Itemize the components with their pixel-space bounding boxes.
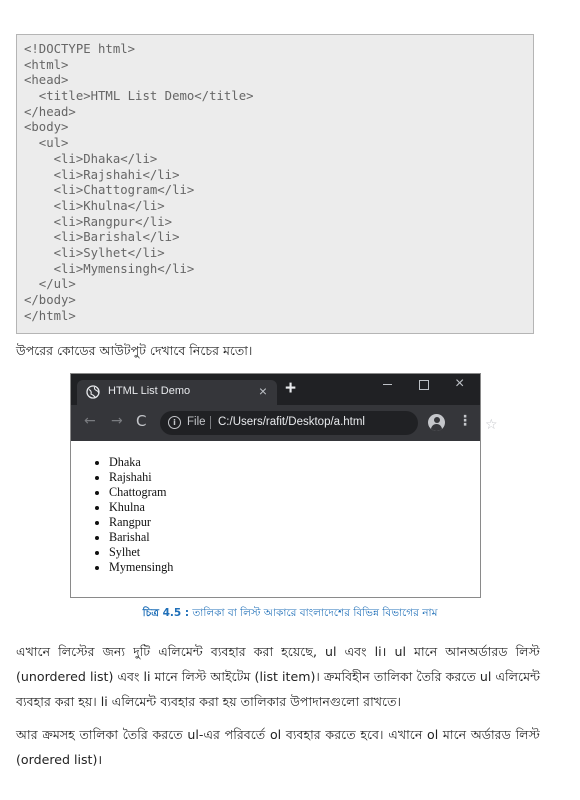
code-line: <!DOCTYPE html> (24, 42, 136, 56)
browser-toolbar: ← → C i File C:/Users/rafit/Desktop/a.ht… (71, 405, 498, 441)
code-line: <head> (24, 73, 69, 88)
tab-close-icon[interactable]: × (259, 383, 267, 399)
code-line: <li>Barishal</li> (24, 230, 180, 245)
code-line: <li>Khulna</li> (24, 198, 165, 213)
list-item: Chattogram (109, 485, 173, 500)
new-tab-button[interactable]: + (285, 378, 296, 400)
list-item: Barishal (109, 530, 173, 545)
back-arrow-icon[interactable]: ← (84, 413, 96, 429)
code-line: <html> (24, 57, 69, 72)
division-list: DhakaRajshahiChattogramKhulnaRangpurBari… (109, 455, 173, 575)
output-intro-text: উপরের কোডের আউটপুট দেখাবে নিচের মতো। (16, 343, 253, 358)
code-line: <li>Sylhet</li> (24, 245, 165, 260)
code-line: </head> (24, 104, 76, 119)
code-line: </ul> (24, 277, 76, 292)
list-item: Rangpur (109, 515, 173, 530)
code-line: <li>Dhaka</li> (24, 151, 158, 166)
figure-caption: চিত্র 4.5 : তালিকা বা লিস্ট আকারে বাংলাদ… (0, 606, 580, 623)
rendered-page: DhakaRajshahiChattogramKhulnaRangpurBari… (71, 441, 480, 597)
list-item: Dhaka (109, 455, 173, 470)
browser-window: HTML List Demo × + × ← → C i File C:/Use… (70, 373, 498, 598)
code-line: <li>Chattogram</li> (24, 183, 195, 198)
address-separator (210, 416, 211, 429)
address-bar[interactable]: i File C:/Users/rafit/Desktop/a.html ☆ (160, 411, 498, 435)
list-item: Khulna (109, 500, 173, 515)
browser-titlebar: HTML List Demo × + × (71, 374, 480, 405)
list-item: Sylhet (109, 545, 173, 560)
code-line: <li>Mymensingh</li> (24, 261, 195, 276)
figure-number: চিত্র 4.5 : (142, 607, 190, 619)
forward-arrow-icon[interactable]: → (111, 413, 123, 429)
info-icon[interactable]: i (168, 416, 181, 429)
minimize-icon[interactable] (383, 384, 392, 385)
figure-caption-text: তালিকা বা লিস্ট আকারে বাংলাদেশের বিভিন্ন… (192, 607, 438, 619)
code-line: <title>HTML List Demo</title> (24, 89, 254, 104)
address-url[interactable]: C:/Users/rafit/Desktop/a.html (218, 416, 365, 428)
code-line: <li>Rangpur</li> (24, 214, 173, 229)
list-item: Mymensingh (109, 560, 173, 575)
star-bookmark-icon[interactable]: ☆ (485, 417, 498, 433)
address-prefix: File (187, 416, 206, 428)
avatar-head-shape (433, 417, 440, 423)
menu-kebab-icon[interactable]: ⋮ (458, 413, 472, 429)
avatar-shoulders-shape (431, 424, 442, 431)
code-line: </body> (24, 293, 76, 307)
code-line: <body> (24, 120, 69, 135)
paragraph-ol-explanation: আর ক্রমসহ তালিকা তৈরি করতে ul-এর পরিবর্ত… (16, 726, 540, 767)
code-listing: <!DOCTYPE html> <html> <head> <title>HTML … (16, 34, 534, 334)
maximize-icon[interactable] (419, 380, 429, 390)
paragraph-ul-li-explanation: এখানে লিস্টের জন্য দুটি এলিমেন্ট ব্যবহার… (16, 643, 540, 709)
code-line: <li>Rajshahi</li> (24, 167, 180, 182)
code-line: </html> (24, 308, 76, 323)
reload-icon[interactable]: C (136, 412, 146, 430)
window-close-icon[interactable]: × (455, 375, 464, 393)
list-item: Rajshahi (109, 470, 173, 485)
globe-icon (86, 385, 100, 399)
profile-avatar-icon[interactable] (428, 414, 445, 431)
tab-html-list-demo[interactable]: HTML List Demo × (77, 380, 277, 405)
tab-title: HTML List Demo (108, 385, 191, 397)
code-line: <ul> (24, 136, 69, 151)
